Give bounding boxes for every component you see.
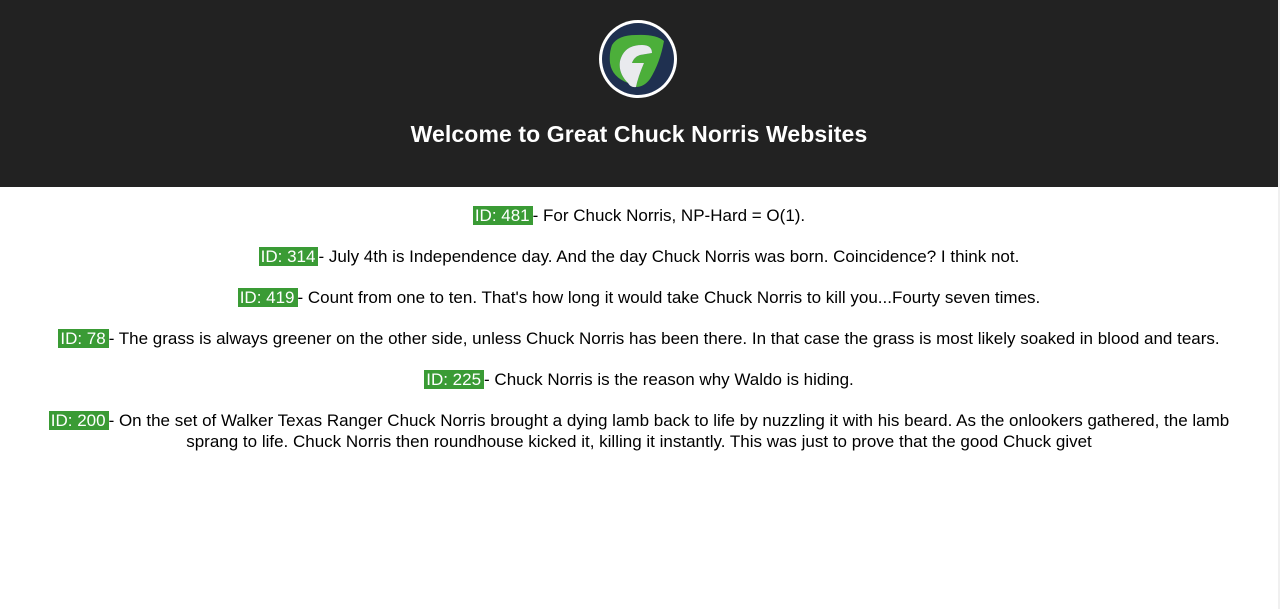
joke-item: ID: 314- July 4th is Independence day. A… <box>0 246 1278 267</box>
joke-item: ID: 78- The grass is always greener on t… <box>0 328 1278 349</box>
joke-text: - Count from one to ten. That's how long… <box>297 288 1041 307</box>
joke-item: ID: 419- Count from one to ten. That's h… <box>0 287 1278 308</box>
gcn-logo-icon <box>599 20 677 98</box>
joke-item: ID: 200- On the set of Walker Texas Rang… <box>0 410 1278 452</box>
page-title: Welcome to Great Chuck Norris Websites <box>410 121 868 147</box>
joke-id-badge: ID: 225 <box>424 370 485 389</box>
joke-text: - July 4th is Independence day. And the … <box>318 247 1020 266</box>
joke-id-badge: ID: 314 <box>258 247 319 266</box>
joke-list: ID: 481- For Chuck Norris, NP-Hard = O(1… <box>0 205 1278 472</box>
joke-item: ID: 225- Chuck Norris is the reason why … <box>0 369 1278 390</box>
joke-text: - For Chuck Norris, NP-Hard = O(1). <box>532 206 806 225</box>
joke-id-badge: ID: 200 <box>48 411 109 430</box>
joke-text: - Chuck Norris is the reason why Waldo i… <box>484 370 854 389</box>
joke-id-badge: ID: 419 <box>237 288 298 307</box>
joke-text: - On the set of Walker Texas Ranger Chuc… <box>108 411 1230 451</box>
joke-text: - The grass is always greener on the oth… <box>108 329 1220 348</box>
site-header: Welcome to Great Chuck Norris Websites <box>0 0 1278 187</box>
joke-item: ID: 481- For Chuck Norris, NP-Hard = O(1… <box>0 205 1278 226</box>
joke-id-badge: ID: 481 <box>472 206 533 225</box>
joke-id-badge: ID: 78 <box>58 329 109 348</box>
page: Welcome to Great Chuck Norris Websites I… <box>0 0 1280 609</box>
